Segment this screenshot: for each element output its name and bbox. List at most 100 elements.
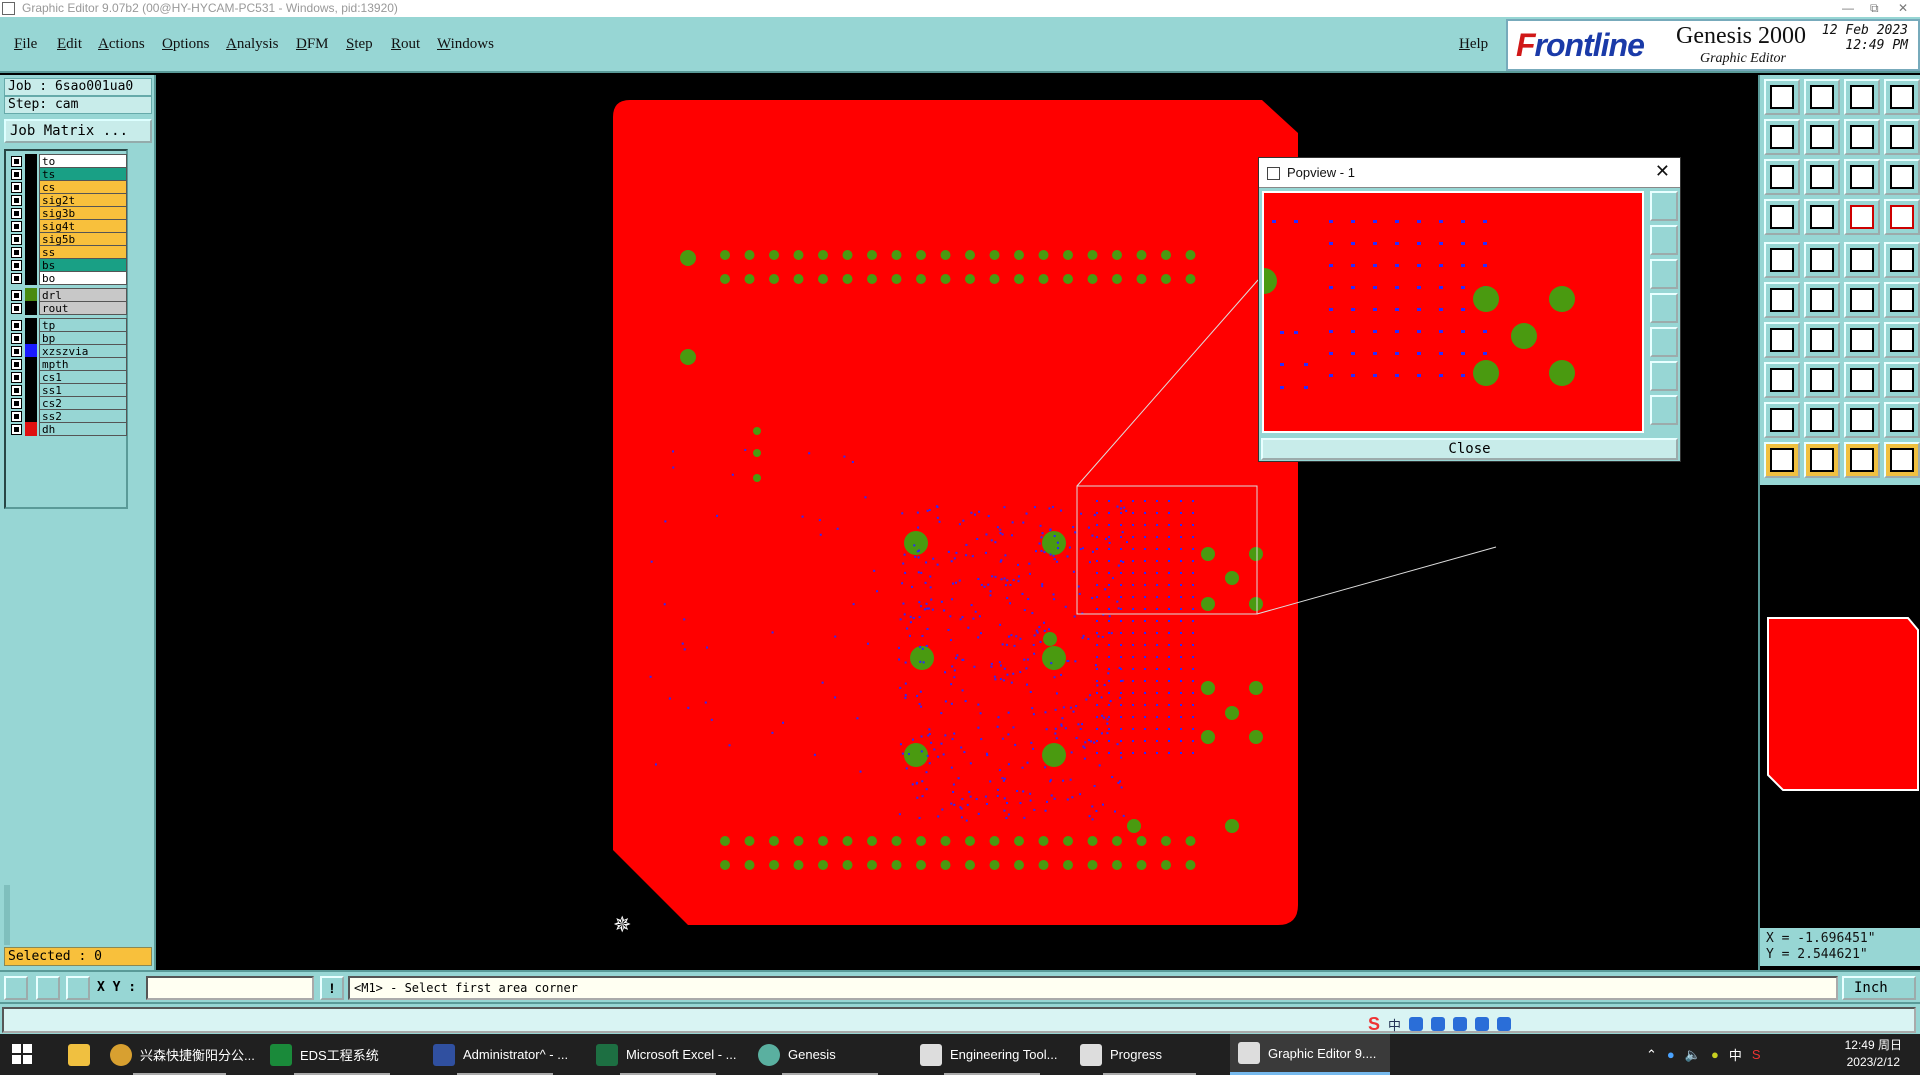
- layer-name[interactable]: ss: [39, 245, 127, 259]
- task-0[interactable]: 兴森快捷衡阳分公...: [102, 1034, 257, 1075]
- layer-row-cs2[interactable]: cs2: [9, 396, 127, 410]
- layer-name[interactable]: rout: [39, 301, 127, 315]
- layer-checkbox[interactable]: [11, 169, 22, 180]
- layer-row-to[interactable]: to: [9, 154, 127, 168]
- layer-row-cs1[interactable]: cs1: [9, 370, 127, 384]
- tool-button-17[interactable]: [1764, 242, 1800, 278]
- minimap[interactable]: [1760, 610, 1920, 795]
- popview-tool-4[interactable]: [1650, 293, 1678, 323]
- tool-button-19[interactable]: [1844, 242, 1880, 278]
- layer-name[interactable]: cs: [39, 180, 127, 194]
- task-2[interactable]: Administrator^ - ...: [425, 1034, 585, 1075]
- layer-name[interactable]: cs1: [39, 370, 127, 384]
- layer-row-ss1[interactable]: ss1: [9, 383, 127, 397]
- layer-row-ss[interactable]: ss: [9, 245, 127, 259]
- info-button[interactable]: !: [320, 976, 344, 1000]
- layer-name[interactable]: bp: [39, 331, 127, 345]
- layer-name[interactable]: cs2: [39, 396, 127, 410]
- task-1[interactable]: EDS工程系统: [262, 1034, 422, 1075]
- ime-lang-icon[interactable]: 中: [1388, 1015, 1401, 1034]
- popview-tool-6[interactable]: [1650, 361, 1678, 391]
- ime-more-icon[interactable]: [1497, 1017, 1512, 1031]
- layer-row-cs[interactable]: cs: [9, 180, 127, 194]
- task-3[interactable]: Microsoft Excel - ...: [588, 1034, 748, 1075]
- task-4[interactable]: Genesis: [750, 1034, 910, 1075]
- layer-checkbox[interactable]: [11, 372, 22, 383]
- ime-toolbar[interactable]: S 中: [1364, 1013, 1574, 1035]
- tray-app-icon[interactable]: ●: [1711, 1047, 1719, 1062]
- menu-step[interactable]: Step: [346, 36, 373, 53]
- tool-button-36[interactable]: [1884, 402, 1920, 438]
- layer-name[interactable]: xzszvia: [39, 344, 127, 358]
- xy-input[interactable]: [146, 976, 314, 1000]
- angle-mode-icon[interactable]: [36, 976, 60, 1000]
- tool-button-31[interactable]: [1844, 362, 1880, 398]
- layer-name[interactable]: drl: [39, 288, 127, 302]
- layer-checkbox[interactable]: [11, 182, 22, 193]
- panel-scrollbar[interactable]: [4, 885, 10, 945]
- layer-checkbox[interactable]: [11, 385, 22, 396]
- popview-close-button[interactable]: Close: [1261, 438, 1678, 460]
- tool-button-38[interactable]: [1804, 442, 1840, 478]
- snap-mode-icon[interactable]: [4, 976, 28, 1000]
- menu-options[interactable]: Options: [162, 36, 210, 53]
- layer-checkbox[interactable]: [11, 273, 22, 284]
- layer-row-sig3b[interactable]: sig3b: [9, 206, 127, 220]
- tray-lang[interactable]: 中: [1729, 1045, 1742, 1064]
- start-button[interactable]: [12, 1044, 32, 1064]
- ime-skin-icon[interactable]: [1475, 1017, 1490, 1031]
- popview-tool-5[interactable]: [1650, 327, 1678, 357]
- popview-tool-2[interactable]: [1650, 225, 1678, 255]
- tool-button-14[interactable]: [1804, 199, 1840, 235]
- layer-checkbox[interactable]: [11, 398, 22, 409]
- task-5[interactable]: Engineering Tool...: [912, 1034, 1072, 1075]
- layer-name[interactable]: ts: [39, 167, 127, 181]
- layer-checkbox[interactable]: [11, 411, 22, 422]
- task-6[interactable]: Progress: [1072, 1034, 1227, 1075]
- tool-button-9[interactable]: [1764, 159, 1800, 195]
- tool-button-12[interactable]: [1884, 159, 1920, 195]
- tool-button-3[interactable]: [1844, 79, 1880, 115]
- layer-name[interactable]: mpth: [39, 357, 127, 371]
- ime-mic-icon[interactable]: [1431, 1017, 1446, 1031]
- taskbar-clock[interactable]: 12:49 周日 2023/2/12: [1845, 1037, 1902, 1071]
- tool-button-8[interactable]: [1884, 119, 1920, 155]
- tool-button-2[interactable]: [1804, 79, 1840, 115]
- layer-row-bo[interactable]: bo: [9, 271, 127, 285]
- layer-row-xzszvia[interactable]: xzszvia: [9, 344, 127, 358]
- layer-checkbox[interactable]: [11, 346, 22, 357]
- file-explorer-icon[interactable]: [60, 1034, 90, 1075]
- ime-punct-icon[interactable]: [1409, 1017, 1424, 1031]
- tool-button-26[interactable]: [1804, 322, 1840, 358]
- layer-name[interactable]: ss1: [39, 383, 127, 397]
- tool-button-5[interactable]: [1764, 119, 1800, 155]
- layer-checkbox[interactable]: [11, 221, 22, 232]
- tray-bluetooth-icon[interactable]: ●: [1667, 1047, 1675, 1062]
- menu-windows[interactable]: Windows: [437, 36, 494, 53]
- tool-button-39[interactable]: [1844, 442, 1880, 478]
- tool-button-24[interactable]: [1884, 282, 1920, 318]
- tool-button-28[interactable]: [1884, 322, 1920, 358]
- layer-name[interactable]: sig5b: [39, 232, 127, 246]
- layer-row-rout[interactable]: rout: [9, 301, 127, 315]
- close-window-icon[interactable]: ✕: [1898, 0, 1908, 17]
- tool-button-7[interactable]: [1844, 119, 1880, 155]
- menu-dfm[interactable]: DFM: [296, 36, 329, 53]
- tray-volume-icon[interactable]: 🔈: [1685, 1047, 1701, 1063]
- tool-button-37[interactable]: [1764, 442, 1800, 478]
- layer-checkbox[interactable]: [11, 195, 22, 206]
- layer-checkbox[interactable]: [11, 359, 22, 370]
- units-selector[interactable]: Inch: [1842, 976, 1916, 1000]
- tray-chevron-icon[interactable]: ⌃: [1646, 1047, 1657, 1063]
- grid-mode-icon[interactable]: [66, 976, 90, 1000]
- layer-row-tp[interactable]: tp: [9, 318, 127, 332]
- tool-button-27[interactable]: [1844, 322, 1880, 358]
- minimize-icon[interactable]: —: [1842, 0, 1854, 17]
- layer-name[interactable]: dh: [39, 422, 127, 436]
- layer-checkbox[interactable]: [11, 234, 22, 245]
- task-7[interactable]: Graphic Editor 9....: [1230, 1034, 1390, 1075]
- layer-row-ss2[interactable]: ss2: [9, 409, 127, 423]
- popview-tool-3[interactable]: [1650, 259, 1678, 289]
- tool-button-10[interactable]: [1804, 159, 1840, 195]
- tray-sogou-icon[interactable]: S: [1752, 1047, 1761, 1062]
